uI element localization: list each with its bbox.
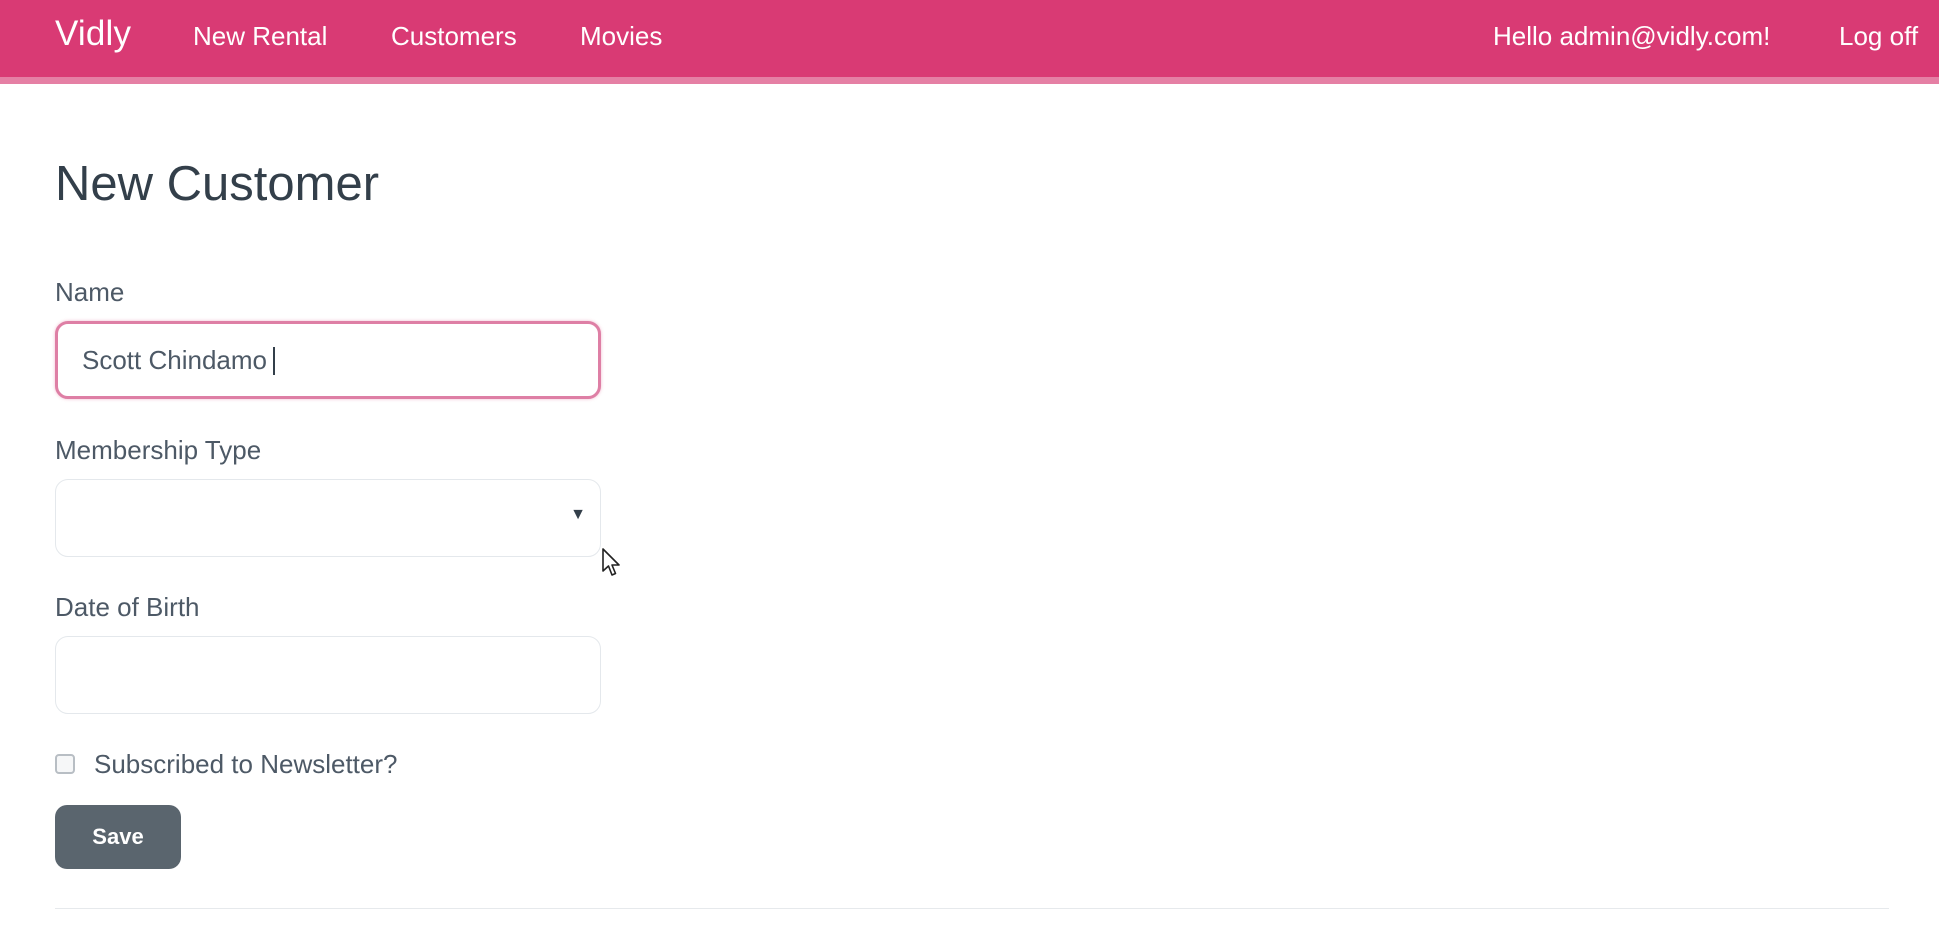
mouse-cursor-icon xyxy=(602,548,620,576)
membership-type-label: Membership Type xyxy=(55,435,262,465)
name-label: Name xyxy=(55,277,125,307)
navbar: Vidly New Rental Customers Movies Hello … xyxy=(0,0,1939,84)
name-input[interactable] xyxy=(55,321,601,399)
nav-movies[interactable]: Movies xyxy=(580,21,662,52)
newsletter-checkbox[interactable] xyxy=(55,754,75,774)
page-title: New Customer xyxy=(55,157,380,211)
chevron-down-icon: ▼ xyxy=(570,506,586,523)
date-of-birth-input[interactable] xyxy=(55,636,601,714)
footer-divider xyxy=(55,908,1889,909)
user-greeting-link[interactable]: Hello admin@vidly.com! xyxy=(1493,21,1770,52)
text-caret xyxy=(273,347,275,375)
nav-customers[interactable]: Customers xyxy=(391,21,517,52)
nav-new-rental[interactable]: New Rental xyxy=(193,21,327,52)
newsletter-label[interactable]: Subscribed to Newsletter? xyxy=(94,749,397,780)
log-off-link[interactable]: Log off xyxy=(1839,21,1918,52)
date-of-birth-label: Date of Birth xyxy=(55,592,200,622)
membership-type-select[interactable]: ▼ xyxy=(55,479,601,557)
save-button[interactable]: Save xyxy=(55,805,181,869)
brand-link[interactable]: Vidly xyxy=(55,14,131,54)
